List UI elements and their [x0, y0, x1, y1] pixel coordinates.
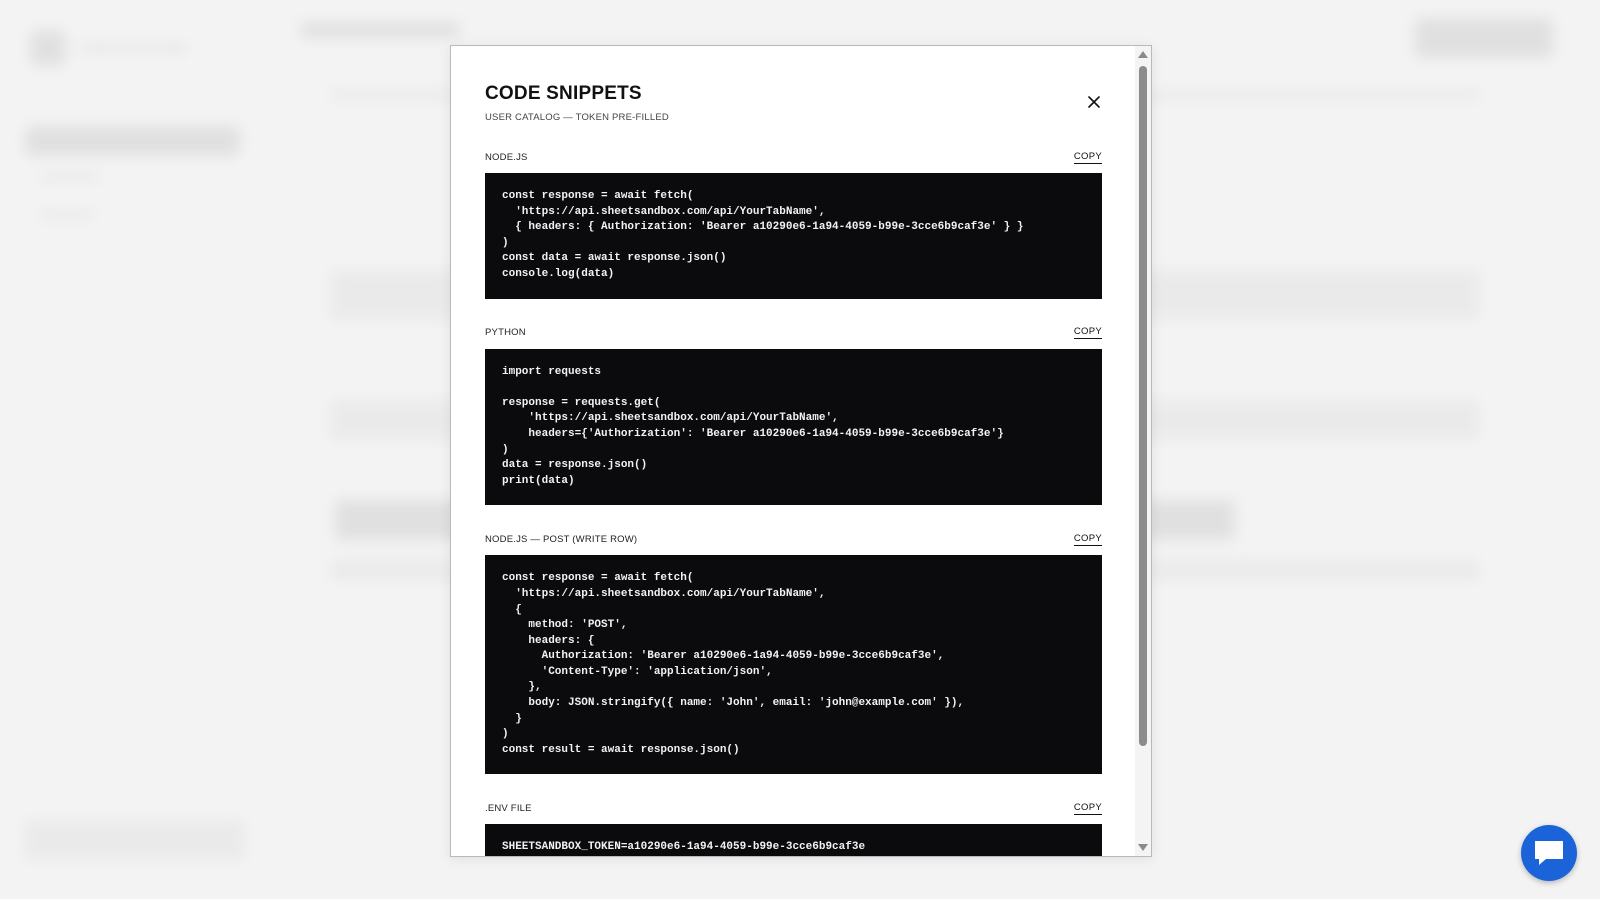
code-block[interactable]: const response = await fetch( 'https://a… — [485, 555, 1102, 775]
snippet-header: .ENV FILE COPY — [485, 800, 1102, 816]
code-block[interactable]: const response = await fetch( 'https://a… — [485, 173, 1102, 299]
modal-title: CODE SNIPPETS — [485, 83, 642, 104]
scroll-up-arrow-icon[interactable] — [1138, 51, 1148, 58]
chat-button[interactable] — [1521, 825, 1577, 881]
modal-content: CODE SNIPPETS USER CATALOG — TOKEN PRE-F… — [485, 82, 1102, 856]
code-block[interactable]: SHEETSANDBOX_TOKEN=a10290e6-1a94-4059-b9… — [485, 824, 1102, 856]
close-icon — [1088, 96, 1100, 108]
snippet-language-label: NODE.JS — [485, 151, 528, 163]
snippet-language-label: .ENV FILE — [485, 802, 532, 814]
code-block[interactable]: import requests response = requests.get(… — [485, 348, 1102, 506]
snippet-nodejs-post: NODE.JS — POST (WRITE ROW) COPY const re… — [485, 531, 1102, 775]
modal-subtitle: USER CATALOG — TOKEN PRE-FILLED — [485, 112, 669, 123]
chat-bubble-icon — [1535, 841, 1563, 865]
copy-button[interactable]: COPY — [1073, 326, 1102, 340]
snippet-python: PYTHON COPY import requests response = r… — [485, 325, 1102, 506]
copy-button[interactable]: COPY — [1073, 533, 1102, 546]
modal-scrollbar[interactable] — [1135, 46, 1151, 856]
scroll-down-arrow-icon[interactable] — [1138, 844, 1148, 851]
scroll-thumb[interactable] — [1139, 66, 1147, 746]
copy-button[interactable]: COPY — [1073, 151, 1102, 164]
close-button[interactable] — [1084, 92, 1104, 112]
snippet-header: NODE.JS COPY — [485, 149, 1102, 165]
snippet-language-label: NODE.JS — POST (WRITE ROW) — [485, 533, 638, 545]
snippet-env-file: .ENV FILE COPY SHEETSANDBOX_TOKEN=a10290… — [485, 800, 1102, 856]
code-snippets-modal: CODE SNIPPETS USER CATALOG — TOKEN PRE-F… — [450, 45, 1152, 857]
modal-scroll-area[interactable]: CODE SNIPPETS USER CATALOG — TOKEN PRE-F… — [451, 46, 1135, 856]
copy-button[interactable]: COPY — [1073, 802, 1102, 815]
snippet-nodejs: NODE.JS COPY const response = await fetc… — [485, 149, 1102, 299]
snippet-header: PYTHON COPY — [485, 325, 1102, 341]
snippet-language-label: PYTHON — [485, 327, 526, 339]
snippet-header: NODE.JS — POST (WRITE ROW) COPY — [485, 531, 1102, 547]
